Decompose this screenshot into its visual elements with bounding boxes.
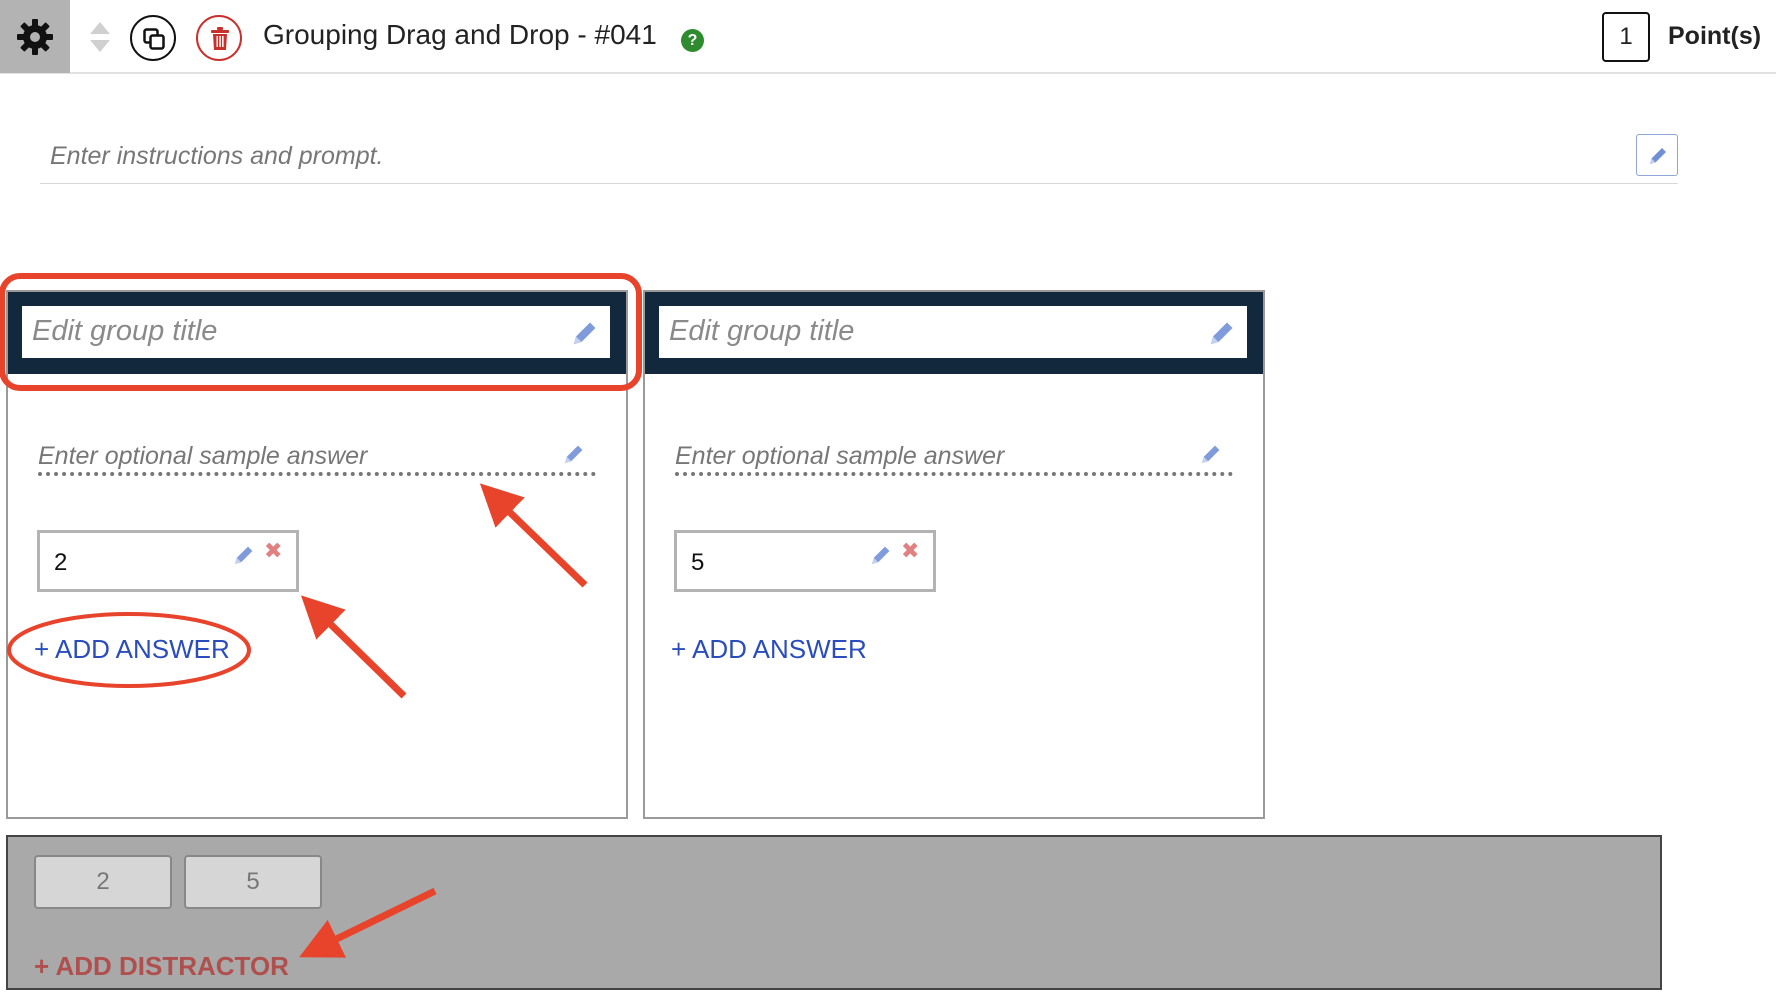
copy-icon bbox=[143, 28, 165, 50]
group-card: Edit group title Enter optional sample a… bbox=[6, 290, 628, 819]
add-distractor-link[interactable]: + ADD DISTRACTOR bbox=[34, 951, 289, 982]
sample-answer-field[interactable]: Enter optional sample answer bbox=[38, 442, 596, 476]
sample-answer-placeholder: Enter optional sample answer bbox=[675, 442, 1005, 470]
pencil-icon[interactable] bbox=[869, 543, 893, 567]
pencil-icon[interactable] bbox=[1199, 442, 1223, 466]
answer-value: 5 bbox=[691, 549, 705, 576]
question-title: Grouping Drag and Drop - #041 bbox=[263, 19, 657, 50]
sample-answer-field[interactable]: Enter optional sample answer bbox=[675, 442, 1233, 476]
instructions-placeholder: Enter instructions and prompt. bbox=[50, 142, 384, 170]
duplicate-button[interactable] bbox=[130, 15, 176, 61]
settings-button[interactable] bbox=[0, 0, 70, 73]
instructions-field[interactable]: Enter instructions and prompt. bbox=[40, 136, 1678, 184]
help-icon[interactable]: ? bbox=[681, 29, 704, 52]
pencil-icon bbox=[1650, 148, 1666, 164]
move-updown-icon[interactable] bbox=[88, 20, 112, 54]
question-toolbar: Grouping Drag and Drop - #041 ? 1 Point(… bbox=[0, 0, 1776, 74]
group-title-placeholder: Edit group title bbox=[669, 315, 855, 347]
points-input[interactable]: 1 bbox=[1602, 12, 1650, 62]
remove-answer-icon[interactable]: ✖ bbox=[901, 539, 919, 563]
group-title-field[interactable]: Edit group title bbox=[659, 306, 1247, 358]
add-answer-link[interactable]: + ADD ANSWER bbox=[671, 634, 867, 665]
remove-answer-icon[interactable]: ✖ bbox=[264, 539, 282, 563]
group-title-field[interactable]: Edit group title bbox=[22, 306, 610, 358]
pencil-icon[interactable] bbox=[1207, 318, 1237, 348]
group-header: Edit group title bbox=[645, 292, 1263, 374]
trash-icon bbox=[211, 27, 229, 50]
distractor-chip[interactable]: 2 bbox=[34, 855, 172, 909]
group-card: Edit group title Enter optional sample a… bbox=[643, 290, 1265, 819]
answer-chip[interactable]: 2 ✖ bbox=[37, 530, 299, 592]
distractor-area: 2 5 + ADD DISTRACTOR bbox=[6, 835, 1662, 990]
pencil-icon[interactable] bbox=[232, 543, 256, 567]
gear-icon bbox=[17, 19, 53, 55]
group-title-placeholder: Edit group title bbox=[32, 315, 218, 347]
pencil-icon[interactable] bbox=[570, 318, 600, 348]
edit-instructions-button[interactable] bbox=[1636, 134, 1678, 176]
answer-chip[interactable]: 5 ✖ bbox=[674, 530, 936, 592]
group-header: Edit group title bbox=[8, 292, 626, 374]
delete-button[interactable] bbox=[196, 15, 242, 61]
answer-value: 2 bbox=[54, 549, 68, 576]
pencil-icon[interactable] bbox=[562, 442, 586, 466]
sample-answer-placeholder: Enter optional sample answer bbox=[38, 442, 368, 470]
points-label: Point(s) bbox=[1668, 22, 1762, 50]
add-answer-link[interactable]: + ADD ANSWER bbox=[34, 634, 230, 665]
distractor-chip[interactable]: 5 bbox=[184, 855, 322, 909]
